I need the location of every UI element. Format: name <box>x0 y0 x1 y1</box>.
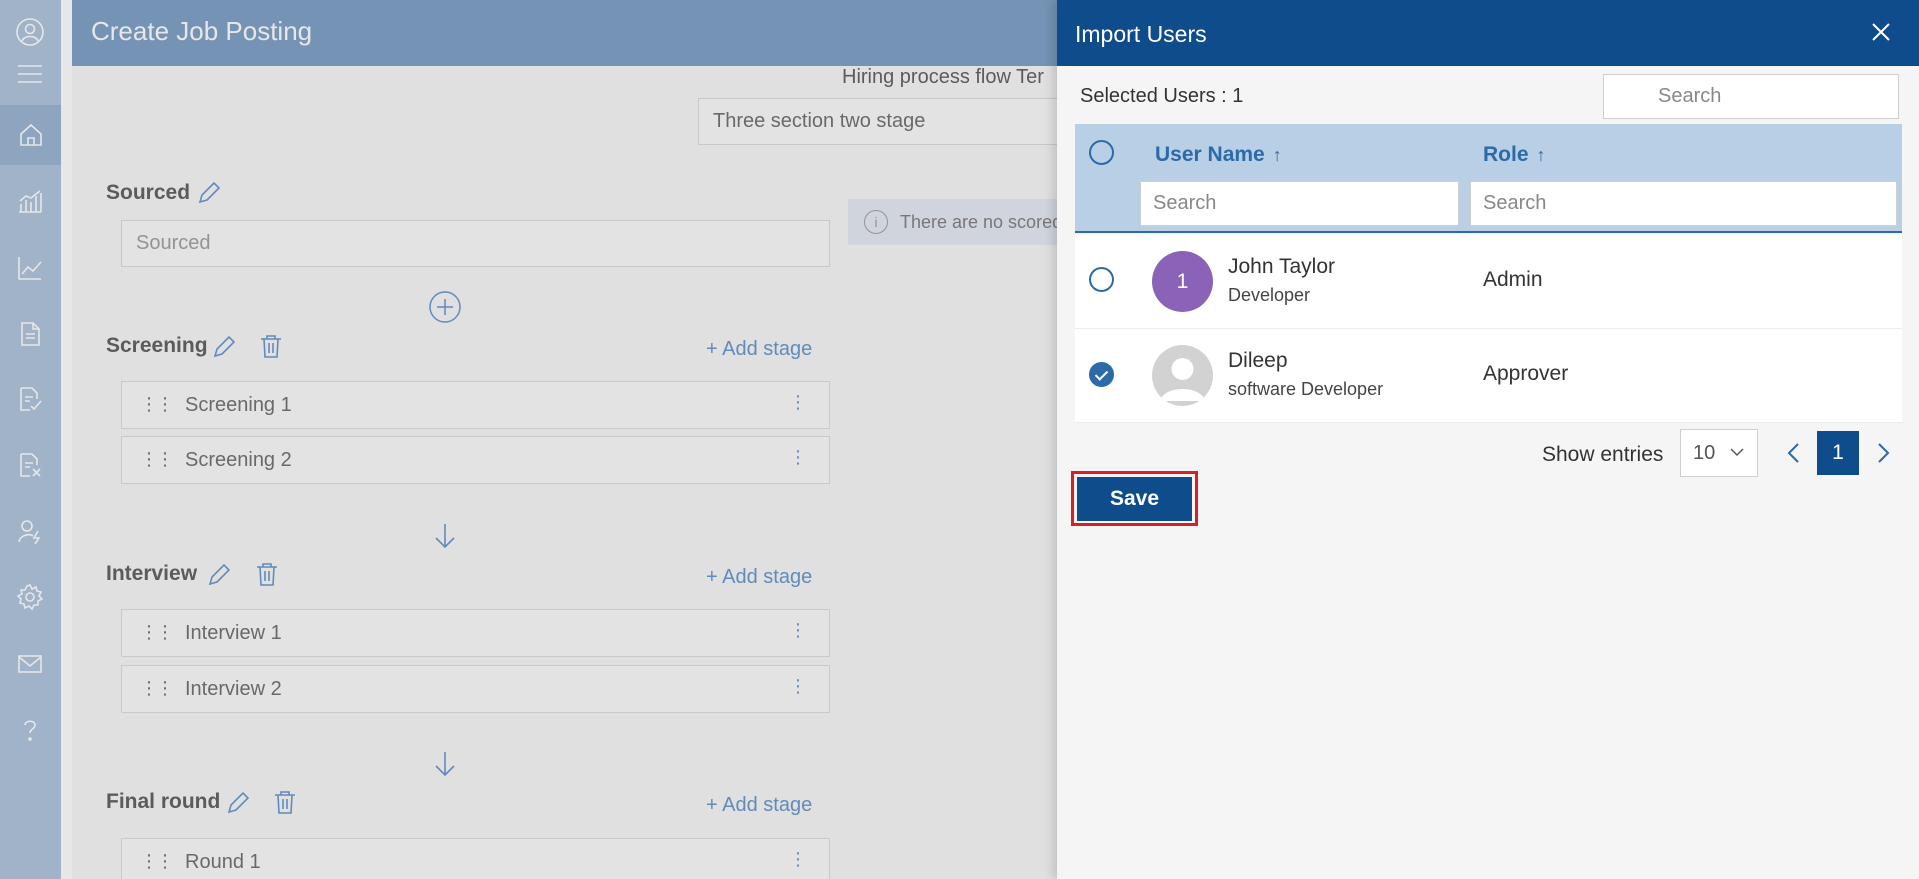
role-search-input[interactable]: Search <box>1470 181 1897 226</box>
stage-row[interactable]: ⋮⋮ Screening 2 ⋮ <box>121 436 830 484</box>
drag-handle-icon[interactable]: ⋮⋮ <box>140 449 174 470</box>
mail-icon[interactable] <box>14 648 46 680</box>
add-stage-button[interactable]: + Add stage <box>706 338 812 361</box>
page-header: Create Job Posting <box>72 0 1072 66</box>
select-all-radio[interactable] <box>1089 140 1114 165</box>
trash-icon[interactable] <box>272 789 298 815</box>
add-stage-button[interactable]: + Add stage <box>706 566 812 589</box>
hiring-process-label: Hiring process flow Ter <box>842 66 1044 88</box>
entries-select[interactable]: 10 <box>1680 429 1758 477</box>
panel-header: Import Users <box>1057 0 1919 66</box>
search-input[interactable]: Search <box>1603 74 1899 119</box>
more-options-icon[interactable]: ⋮ <box>789 392 807 413</box>
edit-icon[interactable] <box>206 562 232 588</box>
edit-icon[interactable] <box>211 334 237 360</box>
stage-row[interactable]: ⋮⋮ Round 1 ⋮ <box>121 838 830 879</box>
stage-name: Screening 2 <box>185 449 292 471</box>
arrow-down-icon <box>435 752 455 777</box>
user-name: John Taylor <box>1228 255 1336 278</box>
user-circle-icon[interactable] <box>14 16 46 48</box>
stage-name: Interview 1 <box>185 622 282 644</box>
chevron-right-icon[interactable] <box>1869 440 1895 466</box>
entries-value: 10 <box>1693 441 1716 464</box>
column-role[interactable]: Role ↑ <box>1483 143 1546 167</box>
import-users-panel: Import Users Selected Users : 1 Search U… <box>1057 0 1919 879</box>
user-key-icon[interactable] <box>14 515 46 547</box>
stage-row[interactable]: ⋮⋮ Screening 1 ⋮ <box>121 381 830 429</box>
info-icon: i <box>864 210 888 234</box>
table-row[interactable]: 1 John Taylor Developer Admin <box>1075 235 1902 329</box>
trash-icon[interactable] <box>258 333 284 359</box>
user-role: Approver <box>1483 362 1569 385</box>
document-check-icon[interactable] <box>14 383 46 415</box>
more-options-icon[interactable]: ⋮ <box>789 620 807 641</box>
stage-name: Screening 1 <box>185 394 292 416</box>
menu-icon[interactable] <box>14 58 46 90</box>
user-role: Admin <box>1483 268 1543 291</box>
selected-users-count: Selected Users : 1 <box>1080 85 1244 107</box>
info-banner: i There are no scored <box>848 199 1058 245</box>
screening-title: Screening <box>106 334 208 357</box>
document-cross-icon[interactable] <box>14 449 46 481</box>
sourced-title: Sourced <box>106 181 191 204</box>
edit-icon[interactable] <box>225 790 251 816</box>
sourced-input[interactable]: Sourced <box>121 220 830 267</box>
drag-handle-icon[interactable]: ⋮⋮ <box>140 394 174 415</box>
drag-handle-icon[interactable]: ⋮⋮ <box>140 622 174 643</box>
bar-chart-icon[interactable] <box>14 185 46 217</box>
add-section-icon[interactable] <box>428 290 462 324</box>
chevron-left-icon[interactable] <box>1782 440 1808 466</box>
line-chart-icon[interactable] <box>14 252 46 284</box>
trash-icon[interactable] <box>254 561 280 587</box>
stage-row[interactable]: ⋮⋮ Interview 2 ⋮ <box>121 665 830 713</box>
left-sidebar <box>0 0 61 879</box>
stage-row[interactable]: ⋮⋮ Interview 1 ⋮ <box>121 609 830 657</box>
arrow-down-icon <box>435 524 455 549</box>
panel-title: Import Users <box>1075 21 1207 47</box>
help-icon[interactable] <box>14 714 46 746</box>
avatar: 1 <box>1152 251 1213 312</box>
username-search-input[interactable]: Search <box>1140 181 1459 226</box>
avatar <box>1152 345 1213 406</box>
info-text: There are no scored <box>900 211 1058 232</box>
stage-name: Round 1 <box>185 851 261 873</box>
interview-title: Interview <box>106 562 198 585</box>
user-title: Developer <box>1228 285 1311 305</box>
user-placeholder-icon <box>1160 358 1205 401</box>
final-round-title: Final round <box>106 790 221 813</box>
column-username[interactable]: User Name ↑ <box>1155 143 1282 167</box>
show-entries-label: Show entries <box>1542 443 1664 466</box>
gear-icon[interactable] <box>14 581 46 613</box>
drag-handle-icon[interactable]: ⋮⋮ <box>140 851 174 872</box>
more-options-icon[interactable]: ⋮ <box>789 676 807 697</box>
edit-icon[interactable] <box>196 180 222 206</box>
drag-handle-icon[interactable]: ⋮⋮ <box>140 678 174 699</box>
table-header: User Name ↑ Role ↑ Search Search <box>1075 124 1902 233</box>
current-page[interactable]: 1 <box>1817 431 1859 475</box>
add-stage-button[interactable]: + Add stage <box>706 794 812 817</box>
row-select-radio[interactable] <box>1089 362 1114 387</box>
more-options-icon[interactable]: ⋮ <box>789 447 807 468</box>
save-highlight: Save <box>1071 471 1198 526</box>
document-icon[interactable] <box>14 318 46 350</box>
user-title: software Developer <box>1228 379 1384 399</box>
stage-name: Interview 2 <box>185 678 282 700</box>
save-button[interactable]: Save <box>1077 476 1192 521</box>
user-name: Dileep <box>1228 349 1288 372</box>
home-icon[interactable] <box>0 105 61 165</box>
table-row[interactable]: Dileep software Developer Approver <box>1075 329 1902 423</box>
chevron-down-icon <box>1730 448 1744 457</box>
row-select-radio[interactable] <box>1089 267 1114 292</box>
page-title: Create Job Posting <box>91 16 313 46</box>
close-icon[interactable] <box>1867 18 1895 46</box>
more-options-icon[interactable]: ⋮ <box>789 849 807 870</box>
